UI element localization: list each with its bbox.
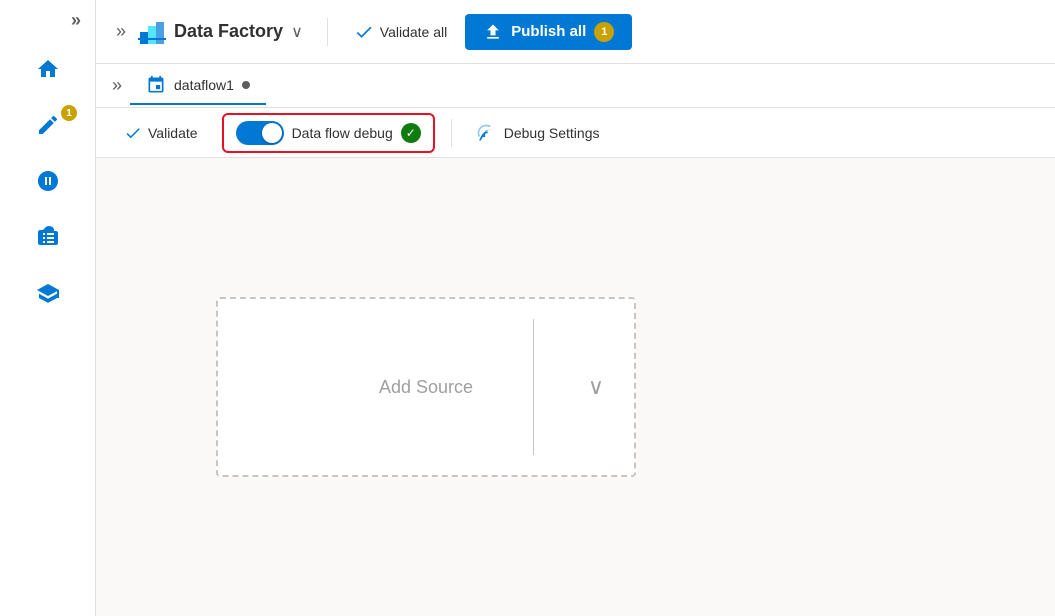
collapse-icon: » [71, 10, 81, 31]
sidebar-item-author[interactable]: 1 [0, 97, 95, 153]
home-icon [32, 53, 64, 85]
debug-settings-button[interactable]: Debug Settings [468, 119, 608, 147]
canvas: Add Source ∨ [96, 158, 1055, 616]
validate-icon [124, 124, 142, 142]
add-source-chevron-icon[interactable]: ∨ [588, 374, 604, 400]
topbar-brand-label: Data Factory [174, 21, 283, 42]
toolbar: Validate Data flow debug ✓ Debug Setting… [96, 108, 1055, 158]
monitor-icon [32, 165, 64, 197]
validate-all-icon [354, 22, 374, 42]
sidebar-item-home[interactable] [0, 41, 95, 97]
validate-all-label: Validate all [380, 24, 447, 40]
debug-label: Data flow debug [292, 125, 393, 141]
tabbar: » dataflow1 [96, 64, 1055, 108]
publish-all-label: Publish all [511, 23, 586, 40]
publish-icon [483, 22, 503, 42]
main-content: » Data Factory ∨ Validate all [96, 0, 1055, 616]
validate-label: Validate [148, 125, 198, 141]
toggle-knob [262, 123, 282, 143]
add-source-divider [533, 319, 534, 455]
sidebar-collapse-button[interactable]: » [0, 0, 95, 41]
topbar-expand-icon[interactable]: » [112, 17, 130, 46]
tabbar-expand-icon[interactable]: » [104, 71, 130, 100]
debug-settings-label: Debug Settings [504, 125, 600, 141]
add-source-card[interactable]: Add Source ∨ [216, 297, 636, 477]
topbar: » Data Factory ∨ Validate all [96, 0, 1055, 64]
sidebar: » 1 [0, 0, 96, 616]
manage-icon [32, 221, 64, 253]
tab-dataflow1-label: dataflow1 [174, 77, 234, 93]
sidebar-item-manage[interactable] [0, 209, 95, 265]
validate-button[interactable]: Validate [116, 120, 206, 146]
debug-check-icon: ✓ [401, 123, 421, 143]
sidebar-item-learn[interactable] [0, 265, 95, 321]
learn-icon [32, 277, 64, 309]
pencil-icon [32, 109, 64, 141]
topbar-brand-chevron[interactable]: ∨ [291, 22, 303, 42]
tab-dataflow1[interactable]: dataflow1 [130, 67, 266, 105]
topbar-divider [327, 18, 328, 46]
data-factory-icon [138, 18, 166, 46]
add-source-label: Add Source [379, 377, 473, 398]
sidebar-item-monitor[interactable] [0, 153, 95, 209]
debug-toggle-switch[interactable] [236, 121, 284, 145]
dataflow-icon [146, 75, 166, 95]
publish-all-button[interactable]: Publish all 1 [465, 14, 632, 50]
author-badge: 1 [61, 105, 77, 121]
tab-unsaved-indicator [242, 81, 250, 89]
debug-toggle-area: Data flow debug ✓ [222, 113, 435, 153]
topbar-brand: Data Factory ∨ [138, 18, 303, 46]
debug-settings-icon [476, 123, 496, 143]
validate-all-button[interactable]: Validate all [344, 16, 457, 48]
toolbar-divider [451, 119, 452, 147]
publish-all-badge: 1 [594, 22, 614, 42]
